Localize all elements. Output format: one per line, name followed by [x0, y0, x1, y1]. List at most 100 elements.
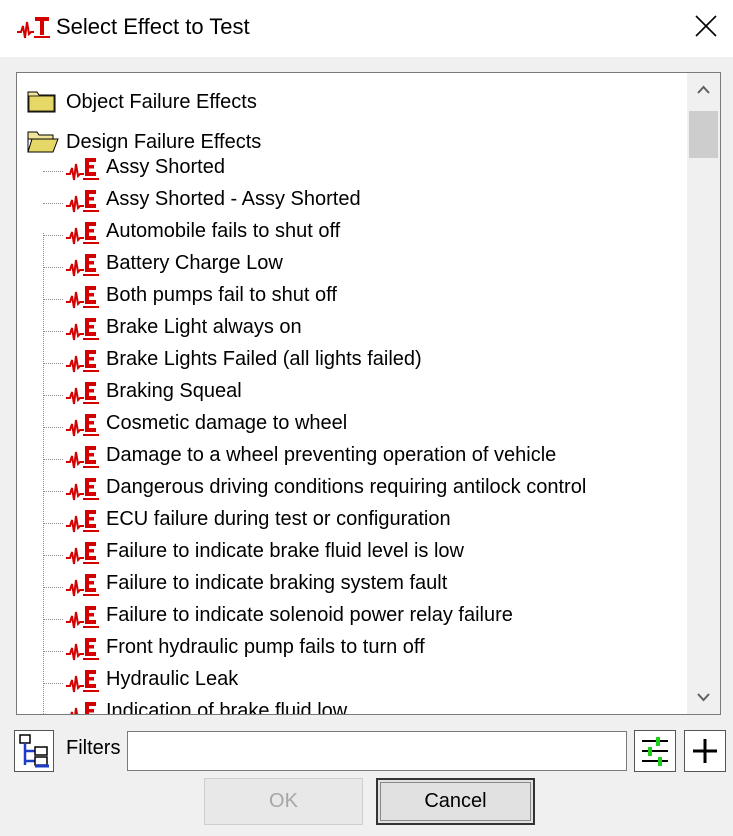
effect-list-item[interactable]: Failure to indicate braking system fault — [17, 569, 688, 601]
effect-list-item[interactable]: Braking Squeal — [17, 377, 688, 409]
effect-list-item[interactable]: Battery Charge Low — [17, 249, 688, 281]
tree-connector — [43, 523, 63, 524]
effect-list-item[interactable]: Indication of brake fluid low — [17, 697, 688, 714]
effect-list-item[interactable]: Brake Lights Failed (all lights failed) — [17, 345, 688, 377]
effects-tree[interactable]: Object Failure Effects Design Failure Ef… — [16, 72, 721, 715]
folder-closed-icon — [27, 91, 56, 113]
effect-list-item[interactable]: Failure to indicate solenoid power relay… — [17, 601, 688, 633]
effect-list-item[interactable]: Dangerous driving conditions requiring a… — [17, 473, 688, 505]
effect-list-item[interactable]: Assy Shorted - Assy Shorted — [17, 185, 688, 217]
tree-structure-icon[interactable] — [15, 731, 53, 771]
effect-label: Damage to a wheel preventing operation o… — [106, 444, 557, 466]
tree-connector — [43, 683, 63, 684]
effect-icon — [66, 606, 99, 629]
effect-label: ECU failure during test or configuration — [106, 508, 451, 530]
effect-label: Hydraulic Leak — [106, 668, 239, 690]
close-button[interactable] — [677, 0, 733, 54]
tree-content: Object Failure Effects Design Failure Ef… — [17, 73, 688, 714]
effect-label: Cosmetic damage to wheel — [106, 412, 348, 434]
effect-label: Failure to indicate solenoid power relay… — [106, 604, 513, 626]
window-title: Select Effect to Test — [56, 14, 250, 39]
effect-icon — [66, 638, 99, 661]
tree-connector — [43, 235, 63, 236]
tree-group-label: Design Failure Effects — [66, 131, 262, 153]
folder-open-icon — [27, 131, 59, 153]
tree-group-object-failure-effects[interactable]: Object Failure Effects — [17, 73, 688, 113]
effect-list-item[interactable]: Hydraulic Leak — [17, 665, 688, 697]
filter-settings-button[interactable] — [634, 730, 676, 772]
effect-label: Failure to indicate braking system fault — [106, 572, 448, 594]
effect-icon — [66, 382, 99, 405]
tree-group-label: Object Failure Effects — [66, 91, 257, 113]
effect-icon — [66, 254, 99, 277]
effect-icon — [66, 542, 99, 565]
close-icon[interactable] — [695, 15, 717, 37]
effect-icon — [66, 286, 99, 309]
effect-icon — [66, 158, 99, 181]
effect-label: Failure to indicate brake fluid level is… — [106, 540, 464, 562]
effect-list-item[interactable]: Cosmetic damage to wheel — [17, 409, 688, 441]
tree-connector — [43, 491, 63, 492]
effect-list-item[interactable]: Damage to a wheel preventing operation o… — [17, 441, 688, 473]
effect-label: Battery Charge Low — [106, 252, 283, 274]
tree-connector — [43, 459, 63, 460]
effect-icon — [66, 414, 99, 437]
add-filter-button[interactable] — [684, 730, 726, 772]
tree-connector — [43, 555, 63, 556]
effect-icon — [70, 702, 96, 714]
scroll-thumb[interactable] — [689, 111, 718, 158]
effect-icon — [66, 574, 99, 597]
effect-label: Braking Squeal — [106, 380, 242, 402]
tree-connector — [43, 587, 63, 588]
tester-logo-icon — [17, 17, 50, 39]
effect-label: Automobile fails to shut off — [106, 220, 341, 242]
effect-icon — [66, 350, 99, 373]
tree-connector — [43, 619, 63, 620]
effect-label: Assy Shorted - Assy Shorted — [106, 188, 361, 210]
effect-list-item[interactable]: Brake Light always on — [17, 313, 688, 345]
tree-connector — [43, 171, 63, 172]
chevron-down-icon[interactable] — [687, 680, 720, 714]
effect-icon — [66, 446, 99, 469]
tree-view-button[interactable] — [14, 730, 54, 772]
tree-connector — [43, 395, 63, 396]
vertical-scrollbar[interactable] — [687, 73, 720, 714]
tree-connector — [43, 651, 63, 652]
effect-icon — [66, 510, 99, 533]
effect-list-item[interactable]: Front hydraulic pump fails to turn off — [17, 633, 688, 665]
tree-connector — [43, 299, 63, 300]
effect-icon — [66, 222, 99, 245]
tree-connector — [43, 203, 63, 204]
effect-list-item[interactable]: Assy Shorted — [17, 153, 688, 185]
filters-label: Filters — [66, 737, 121, 759]
effect-icon — [66, 670, 99, 693]
effect-list-item[interactable]: ECU failure during test or configuration — [17, 505, 688, 537]
effect-label: Both pumps fail to shut off — [106, 284, 337, 306]
effect-label: Brake Lights Failed (all lights failed) — [106, 348, 422, 370]
effect-label: Brake Light always on — [106, 316, 302, 338]
effect-icon — [66, 478, 99, 501]
ok-button[interactable]: OK — [204, 778, 363, 825]
title-bar: Select Effect to Test — [0, 0, 733, 57]
effect-label: Dangerous driving conditions requiring a… — [106, 476, 587, 498]
filter-input[interactable] — [127, 731, 627, 771]
tree-group-design-failure-effects[interactable]: Design Failure Effects — [17, 113, 688, 153]
effect-label: Indication of brake fluid low — [106, 700, 348, 714]
effect-icon — [66, 190, 99, 213]
tree-connector — [43, 331, 63, 332]
tree-connector — [43, 363, 63, 364]
filter-sliders-icon[interactable] — [635, 731, 675, 771]
effect-list-item[interactable]: Failure to indicate brake fluid level is… — [17, 537, 688, 569]
effect-list-item[interactable]: Both pumps fail to shut off — [17, 281, 688, 313]
scroll-down-button[interactable] — [687, 680, 720, 714]
chevron-up-icon[interactable] — [687, 73, 720, 107]
plus-icon[interactable] — [685, 731, 725, 771]
cancel-button[interactable]: Cancel — [376, 778, 535, 825]
effect-label: Assy Shorted — [106, 156, 225, 178]
effect-list-item[interactable]: Automobile fails to shut off — [17, 217, 688, 249]
effect-label: Front hydraulic pump fails to turn off — [106, 636, 425, 658]
effect-icon — [66, 318, 99, 341]
scroll-up-button[interactable] — [687, 73, 720, 107]
tree-connector — [43, 267, 63, 268]
tree-connector — [43, 427, 63, 428]
